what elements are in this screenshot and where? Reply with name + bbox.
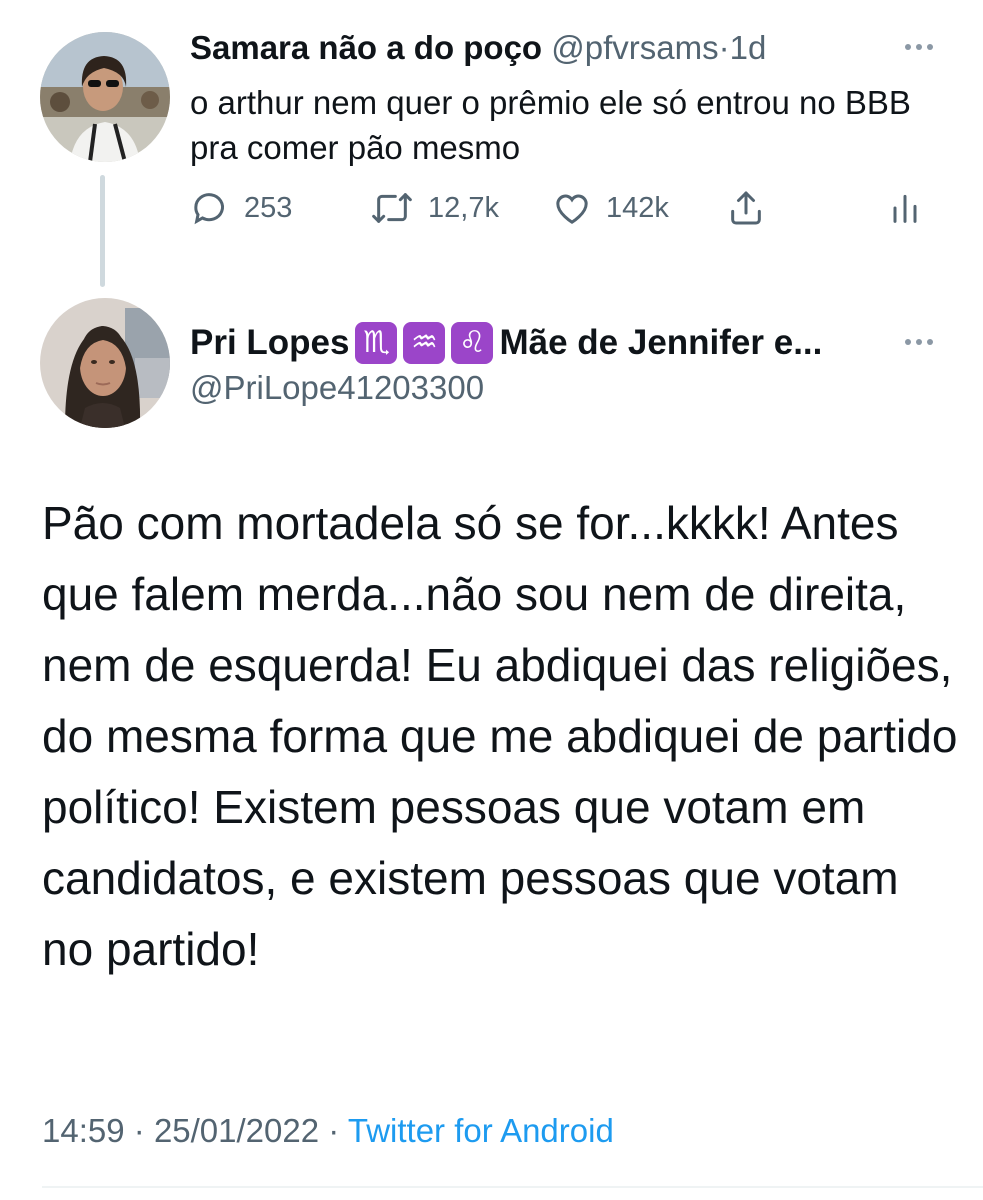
tweet-source-link[interactable]: Twitter for Android [348, 1112, 614, 1149]
zodiac-leo-icon: ♌ [451, 322, 494, 364]
like-count: 142k [606, 191, 669, 224]
like-icon [556, 194, 588, 224]
tweet-quoted-handle[interactable]: @pfvrsams [551, 29, 718, 66]
retweet-button[interactable]: 12,7k [370, 188, 499, 228]
tweet-main-text: Pão com mortadela só se for...kkkk! Ante… [42, 497, 958, 975]
avatar-samara[interactable] [40, 32, 170, 162]
retweet-count: 12,7k [428, 191, 499, 224]
tweet-quoted-separator: · [718, 29, 730, 66]
like-button[interactable]: 142k [552, 188, 669, 228]
thread-line [100, 175, 105, 287]
tweet-quoted-actions: 253 12,7k 142k [190, 188, 930, 238]
tweet-quoted-time[interactable]: 1d [730, 29, 767, 66]
divider [42, 1186, 983, 1188]
avatar-pri-lopes[interactable] [40, 298, 170, 428]
share-button[interactable] [726, 188, 766, 228]
more-icon[interactable] [905, 44, 933, 50]
analytics-icon [893, 194, 917, 223]
reply-count: 253 [244, 191, 293, 224]
reply-button[interactable]: 253 [190, 188, 292, 228]
tweet-main-meta: 14:59 · 25/01/2022 · Twitter for Android [42, 1112, 614, 1150]
tweet-quoted-text: o arthur nem quer o prêmio ele só entrou… [190, 84, 911, 166]
tweet-main-name-prefix: Pri Lopes [190, 323, 350, 362]
tweet-quoted-display-name[interactable]: Samara não a do poço [190, 29, 542, 66]
tweet-quoted-header: Samara não a do poço @pfvrsams·1d [190, 28, 766, 68]
share-icon [731, 191, 761, 225]
zodiac-scorpio-icon: ♏ [355, 322, 398, 364]
tweet-main-display-name[interactable]: Pri Lopes ♏ ♒ ♌ Mãe de Jennifer e... [190, 322, 822, 364]
tweet-main-time[interactable]: 14:59 [42, 1112, 125, 1149]
tweet-main-handle[interactable]: @PriLope41203300 [190, 368, 484, 408]
retweet-icon [372, 193, 412, 223]
meta-separator: · [328, 1112, 340, 1149]
tweet-main-date[interactable]: 25/01/2022 [154, 1112, 319, 1149]
tweet-main-name-suffix: Mãe de Jennifer e... [499, 323, 823, 362]
reply-icon [194, 193, 224, 225]
meta-separator: · [133, 1112, 145, 1149]
more-icon[interactable] [905, 339, 933, 345]
analytics-button[interactable] [890, 188, 920, 228]
zodiac-aquarius-icon: ♒ [403, 322, 446, 364]
